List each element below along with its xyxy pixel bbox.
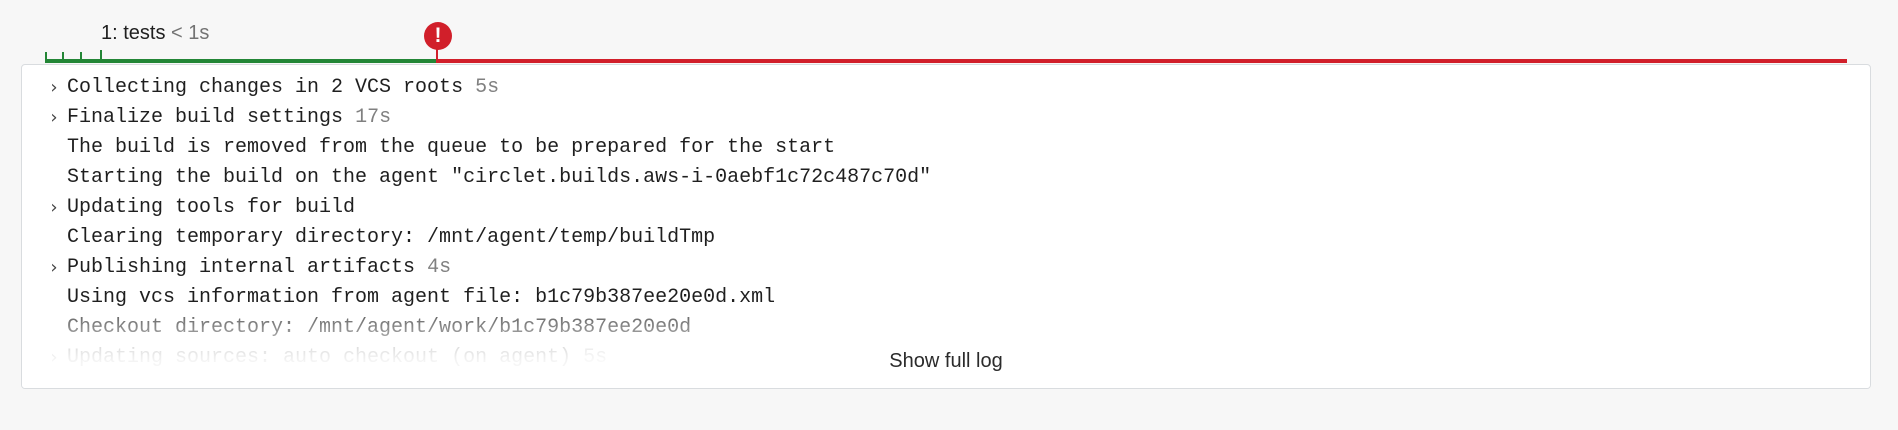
log-line-text: Updating tools for build [67, 196, 356, 219]
timeline-step-tick[interactable] [45, 52, 47, 63]
timeline-failure-segment[interactable] [438, 59, 1847, 63]
chevron-right-icon[interactable]: › [46, 73, 62, 103]
log-line-duration: 5s [475, 76, 500, 99]
build-timeline: 1: tests < 1s ! [0, 0, 1898, 66]
log-line: Starting the build on the agent "circlet… [22, 163, 1870, 193]
show-full-log-link[interactable]: Show full log [22, 350, 1870, 373]
log-line-duration: 4s [427, 256, 452, 279]
stage-name: 1: tests [101, 22, 166, 44]
log-line-text: The build is removed from the queue to b… [67, 136, 836, 159]
log-line-text: Finalize build settings [67, 106, 344, 129]
timeline-stage-start-tick[interactable] [100, 50, 102, 63]
log-line: Checkout directory: /mnt/agent/work/b1c7… [22, 313, 1870, 343]
build-log-panel: › Collecting changes in 2 VCS roots 5s › Fi… [21, 64, 1871, 389]
stage-duration: < 1s [171, 22, 210, 44]
log-line-text: Checkout directory: /mnt/agent/work/b1c7… [67, 316, 692, 339]
log-line-text: Clearing temporary directory: /mnt/agent… [67, 226, 716, 249]
log-line[interactable]: › Finalize build settings 17s [22, 103, 1870, 133]
timeline-step-tick[interactable] [80, 52, 82, 63]
log-line-duration: 17s [355, 106, 392, 129]
log-lines: › Collecting changes in 2 VCS roots 5s › Fi… [22, 73, 1870, 373]
timeline-failure-tick [436, 48, 438, 63]
log-line[interactable]: › Collecting changes in 2 VCS roots 5s [22, 73, 1870, 103]
chevron-right-icon[interactable]: › [46, 103, 62, 133]
log-line-text: Starting the build on the agent "circlet… [67, 166, 932, 189]
log-line-text: Collecting changes in 2 VCS roots [67, 76, 464, 99]
stage-label[interactable]: 1: tests < 1s [101, 22, 209, 45]
chevron-right-icon[interactable]: › [46, 253, 62, 283]
log-line: Clearing temporary directory: /mnt/agent… [22, 223, 1870, 253]
log-line: Using vcs information from agent file: b… [22, 283, 1870, 313]
timeline-success-segment[interactable] [45, 59, 438, 63]
exclamation-circle-icon[interactable]: ! [424, 22, 452, 50]
log-line[interactable]: › Updating tools for build [22, 193, 1870, 223]
log-line: The build is removed from the queue to b… [22, 133, 1870, 163]
log-line[interactable]: › Publishing internal artifacts 4s [22, 253, 1870, 283]
chevron-right-icon[interactable]: › [46, 193, 62, 223]
timeline-step-tick[interactable] [62, 52, 64, 63]
log-line-text: Publishing internal artifacts [67, 256, 416, 279]
log-line-text: Using vcs information from agent file: b… [67, 286, 776, 309]
